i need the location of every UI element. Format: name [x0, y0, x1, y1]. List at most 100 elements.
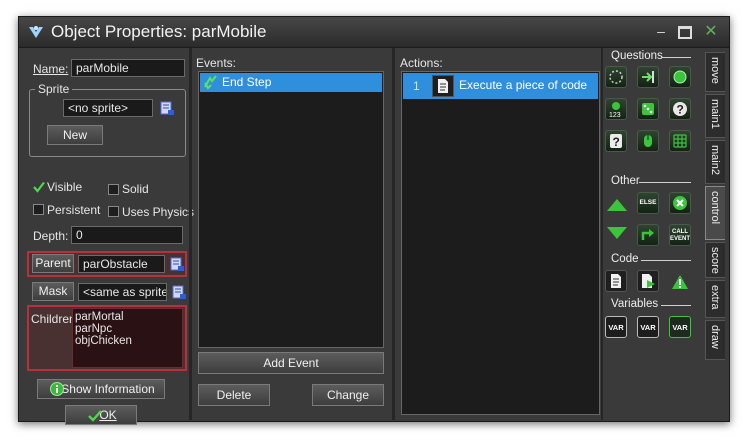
- add-event-button[interactable]: Add Event: [198, 352, 384, 374]
- check-question-icon[interactable]: ?: [669, 98, 691, 120]
- events-label: Events:: [196, 56, 237, 70]
- parent-field[interactable]: parObstacle: [78, 255, 165, 273]
- tab-label: move: [709, 57, 721, 84]
- child-item[interactable]: parMortal: [75, 311, 124, 323]
- ok-button[interactable]: OK: [65, 405, 137, 425]
- questions-group-label: Questions: [611, 50, 663, 62]
- maximize-button[interactable]: [675, 23, 695, 40]
- solid-checkbox[interactable]: [108, 184, 119, 195]
- mask-menu-icon[interactable]: [172, 285, 186, 299]
- code-group-label: Code: [611, 253, 639, 265]
- step-event-icon: [203, 75, 218, 90]
- child-item[interactable]: objChicken: [75, 335, 132, 347]
- else-icon-label: ELSE: [639, 199, 657, 206]
- visible-checkbox[interactable]: [33, 181, 45, 193]
- name-field[interactable]: parMobile: [71, 59, 185, 77]
- tab-label: extra: [709, 285, 721, 310]
- window-title: Object Properties: parMobile: [51, 22, 267, 41]
- persistent-label: Persistent: [47, 203, 101, 217]
- var-label: VAR: [640, 323, 656, 332]
- code-action-icon: [432, 75, 454, 97]
- test-expression-icon[interactable]: ?: [605, 130, 627, 152]
- tab-label: draw: [709, 325, 721, 349]
- var-label: VAR: [608, 323, 624, 332]
- uses-physics-label: Uses Physics: [122, 205, 195, 219]
- events-panel: Events: End Step Add Event Delete Change: [192, 48, 392, 420]
- tab-main1[interactable]: main1: [705, 94, 725, 138]
- parent-menu-icon[interactable]: [170, 257, 184, 271]
- action-library: Questions 123 ? ? Other ELSE CALL EVENT …: [603, 48, 705, 420]
- tab-control[interactable]: control: [705, 186, 725, 240]
- checkmark-icon: [88, 409, 102, 422]
- title-bar: Object Properties: parMobile – ✕: [19, 17, 729, 48]
- minimize-button[interactable]: –: [651, 23, 671, 40]
- object-properties-window: Object Properties: parMobile – ✕ Name: p…: [18, 16, 730, 425]
- app-icon: [27, 24, 45, 40]
- event-item-end-step[interactable]: End Step: [200, 73, 382, 92]
- test-variable-icon[interactable]: VAR: [637, 316, 659, 338]
- action-item[interactable]: 1 Execute a piece of code: [403, 73, 598, 99]
- delete-event-button[interactable]: Delete: [198, 384, 270, 406]
- draw-variable-icon[interactable]: VAR: [669, 316, 691, 338]
- start-block-icon[interactable]: [605, 194, 629, 214]
- persistent-checkbox[interactable]: [33, 204, 44, 215]
- left-panel: Name: parMobile Sprite <no sprite> New V…: [19, 48, 194, 425]
- tab-label: main2: [709, 145, 721, 175]
- uses-physics-checkbox[interactable]: [108, 206, 119, 217]
- tab-extra[interactable]: extra: [705, 280, 725, 318]
- tab-draw[interactable]: draw: [705, 320, 725, 360]
- name-label: Name:: [33, 62, 69, 76]
- var-label: VAR: [672, 323, 688, 332]
- other-group-label: Other: [611, 175, 640, 187]
- change-event-button[interactable]: Change: [312, 384, 384, 406]
- group-divider: [661, 57, 691, 58]
- action-text: Execute a piece of code: [459, 78, 588, 92]
- new-sprite-button[interactable]: New: [47, 125, 103, 145]
- call-event-label-line2: EVENT: [670, 236, 691, 242]
- variables-group-label: Variables: [611, 298, 659, 310]
- child-item[interactable]: parNpc: [75, 323, 112, 335]
- tab-label: main1: [709, 99, 721, 129]
- test-instance-count-icon[interactable]: 123: [605, 98, 627, 120]
- tab-score[interactable]: score: [705, 242, 725, 278]
- svg-text:?: ?: [677, 103, 684, 117]
- tab-label: control: [709, 191, 721, 225]
- show-information-button[interactable]: Show Information: [37, 379, 165, 399]
- tab-main2[interactable]: main2: [705, 140, 725, 184]
- info-icon: [50, 382, 64, 396]
- call-event-icon[interactable]: CALL EVENT: [669, 224, 691, 246]
- sprite-field[interactable]: <no sprite>: [63, 99, 153, 117]
- mask-field[interactable]: <same as sprite>: [78, 283, 167, 301]
- tab-move[interactable]: move: [705, 52, 725, 92]
- depth-label: Depth:: [33, 229, 69, 243]
- visible-label: Visible: [47, 180, 83, 194]
- children-list: parMortal parNpc objChicken: [72, 308, 183, 368]
- execute-script-icon[interactable]: [637, 270, 659, 292]
- group-divider: [641, 260, 691, 261]
- call-event-label-line1: CALL: [672, 229, 688, 235]
- execute-code-icon[interactable]: [605, 270, 627, 292]
- sprite-group-label: Sprite: [35, 82, 73, 96]
- test-collision-icon[interactable]: [637, 66, 659, 88]
- check-mouse-icon[interactable]: [637, 130, 659, 152]
- show-information-label: Show Information: [61, 382, 155, 396]
- test-chance-icon[interactable]: [637, 98, 659, 120]
- end-block-icon[interactable]: [605, 224, 629, 244]
- exit-event-icon[interactable]: [669, 192, 691, 214]
- svg-text:?: ?: [613, 135, 620, 149]
- events-list: End Step: [198, 71, 384, 348]
- set-variable-icon[interactable]: VAR: [605, 316, 627, 338]
- repeat-icon[interactable]: [637, 224, 659, 246]
- check-grid-icon[interactable]: [669, 130, 691, 152]
- check-object-icon[interactable]: [669, 66, 691, 88]
- else-icon[interactable]: ELSE: [637, 192, 659, 214]
- close-button[interactable]: ✕: [701, 23, 721, 40]
- depth-field[interactable]: 0: [71, 226, 183, 244]
- comment-warning-icon[interactable]: [669, 272, 691, 292]
- test-empty-icon[interactable]: [605, 66, 627, 88]
- sprite-menu-icon[interactable]: [160, 101, 174, 115]
- mask-button[interactable]: Mask: [32, 282, 74, 301]
- group-divider: [661, 305, 691, 306]
- actions-label: Actions:: [400, 56, 443, 70]
- parent-button[interactable]: Parent: [32, 254, 74, 273]
